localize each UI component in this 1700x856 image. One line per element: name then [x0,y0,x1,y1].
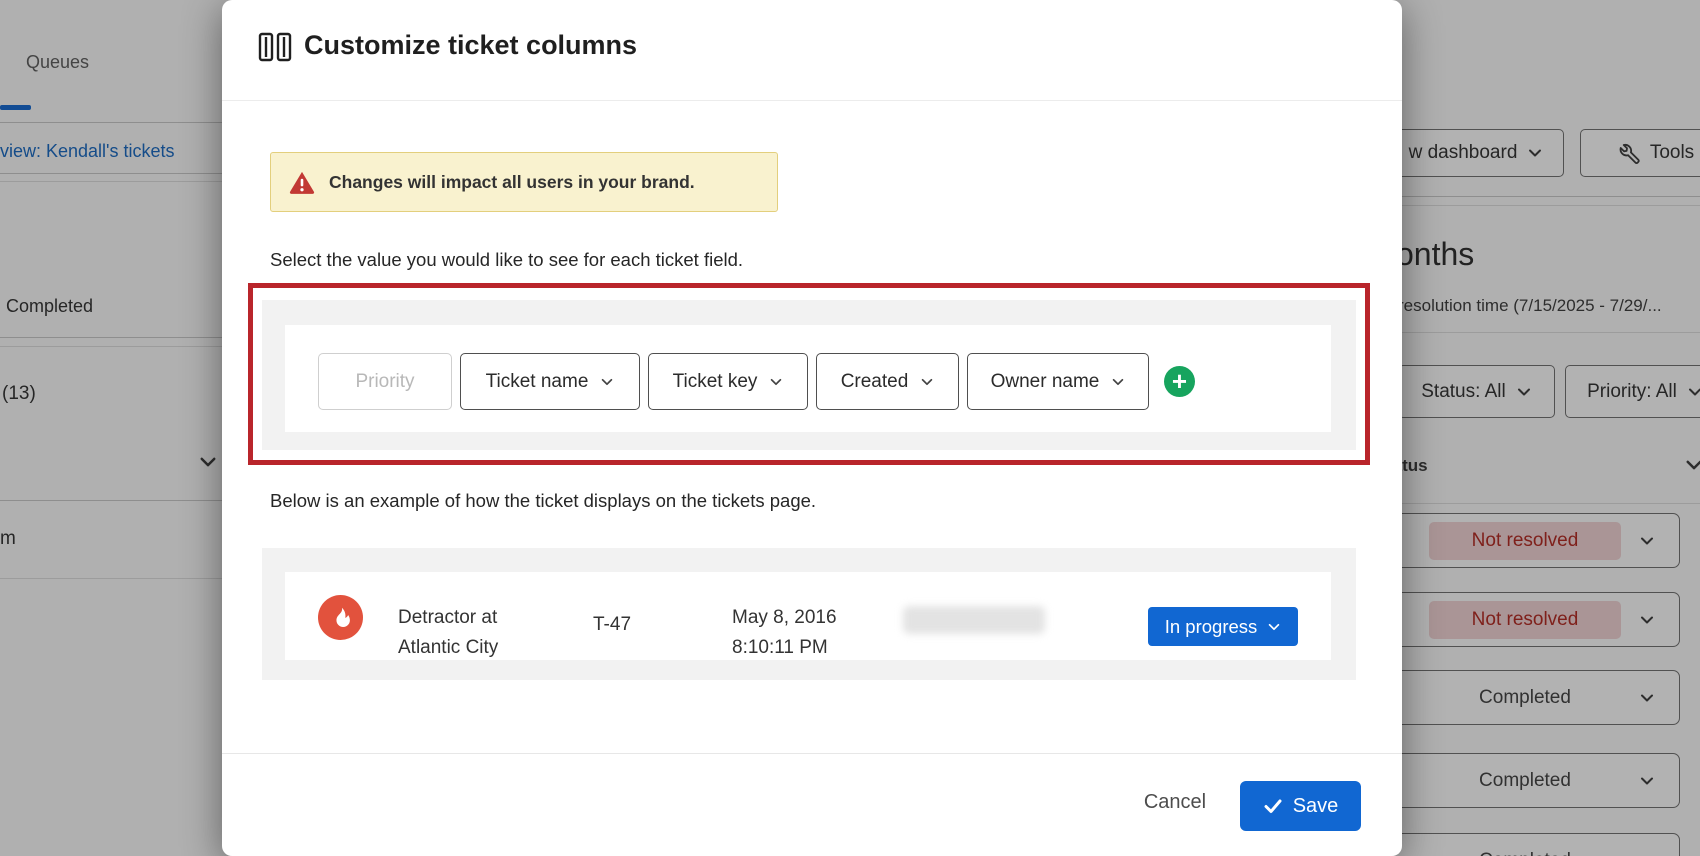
owner-name-dropdown[interactable]: Owner name [967,353,1149,410]
save-button[interactable]: Save [1240,781,1361,831]
dropdown-label: Created [841,371,909,393]
warning-text: Changes will impact all users in your br… [329,172,695,193]
dialog-title: Customize ticket columns [304,30,637,61]
chevron-down-icon [1267,620,1281,634]
app-screen: Queues view: Kendall's tickets Completed… [0,0,1700,856]
priority-badge [318,595,363,640]
add-column-button[interactable]: + [1164,366,1195,397]
columns-icon [258,31,292,63]
ticket-created-line1: May 8, 2016 [732,603,837,633]
ticket-status-dropdown[interactable]: In progress [1148,607,1298,646]
dropdown-label: Ticket name [486,371,589,393]
owner-name-redacted [903,606,1045,634]
ticket-status-label: In progress [1165,616,1258,638]
cancel-button[interactable]: Cancel [1120,791,1230,814]
priority-field-button[interactable]: Priority [318,353,452,410]
chevron-down-icon [769,375,783,389]
dropdown-label: Owner name [991,371,1100,393]
chevron-down-icon [600,375,614,389]
example-instruction: Below is an example of how the ticket di… [270,490,816,512]
ticket-name-line1: Detractor at [398,603,498,633]
created-dropdown[interactable]: Created [816,353,959,410]
plus-icon: + [1172,367,1187,396]
divider [222,100,1402,101]
chevron-down-icon [1111,375,1125,389]
ticket-created-line2: 8:10:11 PM [732,633,837,663]
chevron-down-icon [920,375,934,389]
warning-icon [289,170,315,194]
checkmark-icon [1263,796,1283,816]
ticket-key-cell: T-47 [593,610,631,640]
ticket-name-line2: Atlantic City [398,633,498,663]
ticket-key-dropdown[interactable]: Ticket key [648,353,808,410]
field-picker-row: Priority Ticket name Ticket key Created … [318,353,1195,410]
dropdown-label: Ticket key [673,371,758,393]
customize-ticket-columns-dialog: Customize ticket columns Changes will im… [222,0,1402,856]
select-instruction: Select the value you would like to see f… [270,249,743,271]
divider [222,753,1402,754]
save-button-label: Save [1293,795,1339,818]
warning-banner: Changes will impact all users in your br… [270,152,778,212]
flame-icon [328,605,354,631]
dialog-header: Customize ticket columns [222,0,1402,100]
ticket-created-cell: May 8, 2016 8:10:11 PM [732,603,837,663]
ticket-name-dropdown[interactable]: Ticket name [460,353,640,410]
ticket-name-cell: Detractor at Atlantic City [398,603,498,663]
